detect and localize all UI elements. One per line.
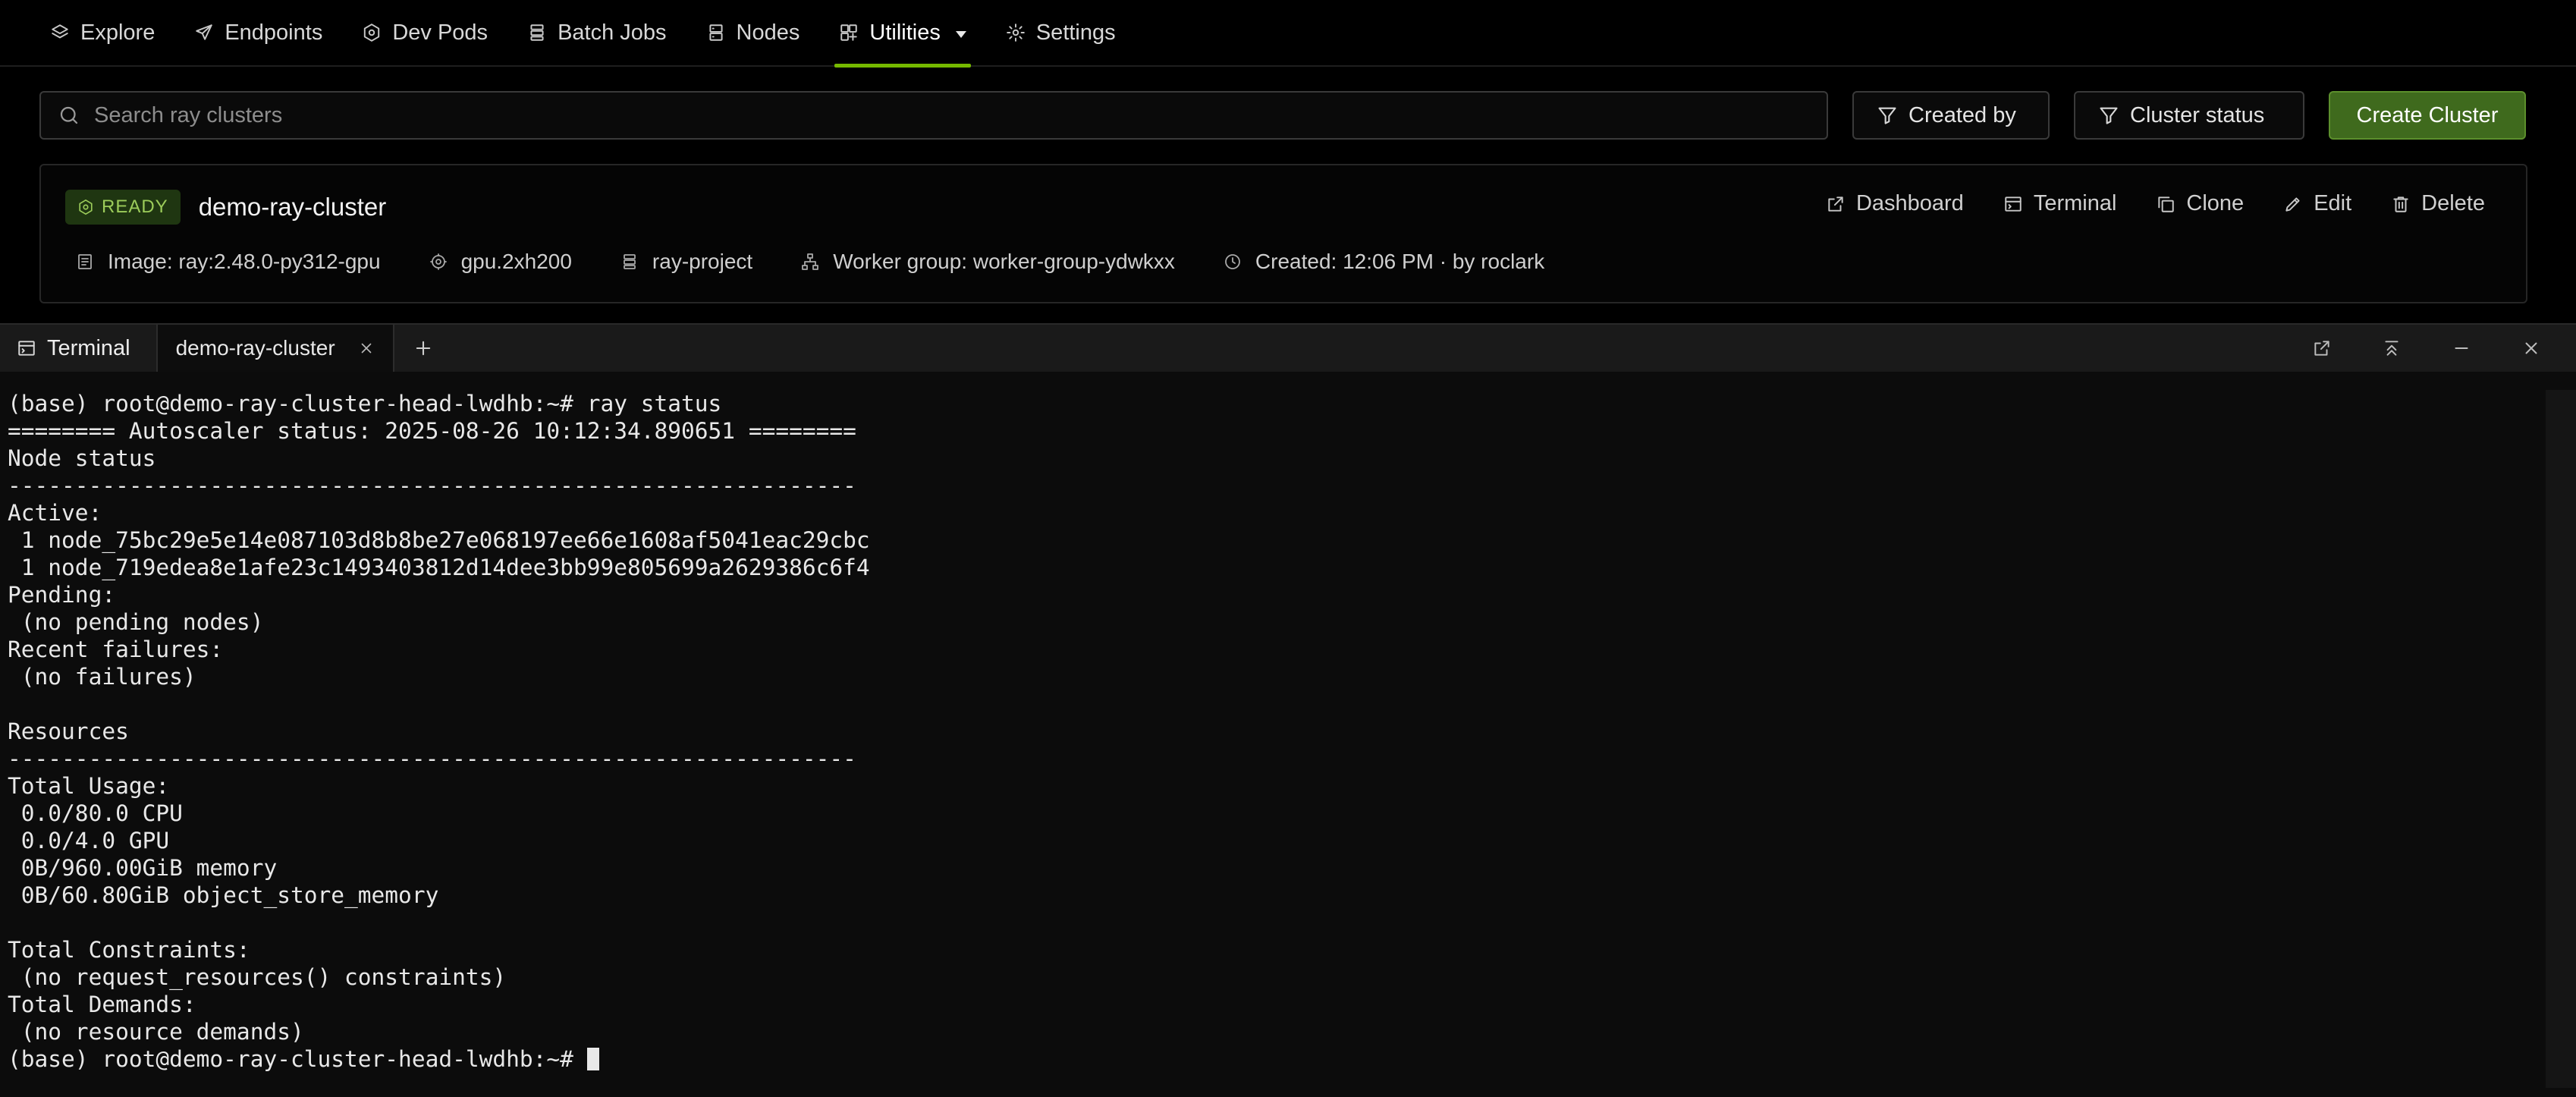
nav-endpoints[interactable]: Endpoints bbox=[174, 0, 342, 66]
hexagon-icon bbox=[362, 23, 382, 42]
meta-worker-group: Worker group: worker-group-ydwkxx bbox=[801, 250, 1175, 274]
meta-project-text: ray-project bbox=[652, 250, 753, 273]
clock-icon bbox=[1224, 253, 1242, 271]
filter-icon bbox=[1877, 105, 1898, 126]
nav-nodes-label: Nodes bbox=[736, 20, 800, 45]
nav-batch-jobs-label: Batch Jobs bbox=[558, 20, 667, 45]
collapse-up-icon[interactable] bbox=[2382, 338, 2402, 358]
cluster-actions: Dashboard Terminal Clone Edit Delete bbox=[1826, 191, 2485, 216]
nav-dev-pods-label: Dev Pods bbox=[392, 20, 488, 45]
meta-created: Created: 12:06 PM · by roclark bbox=[1224, 250, 1544, 274]
stack-icon bbox=[620, 253, 639, 271]
trash-icon bbox=[2391, 194, 2411, 214]
top-nav: Explore Endpoints Dev Pods Batch Jobs No… bbox=[0, 0, 2576, 68]
terminal-output-text: (base) root@demo-ray-cluster-head-lwdhb:… bbox=[8, 391, 870, 1045]
close-panel-icon[interactable] bbox=[2521, 338, 2541, 358]
meta-instance: gpu.2xh200 bbox=[429, 250, 572, 274]
cluster-header: READY demo-ray-cluster bbox=[65, 190, 386, 225]
meta-worker-group-text: Worker group: worker-group-ydwkxx bbox=[833, 250, 1175, 273]
hierarchy-icon bbox=[801, 253, 819, 271]
terminal-body[interactable]: (base) root@demo-ray-cluster-head-lwdhb:… bbox=[0, 372, 2576, 1097]
add-tab-button[interactable] bbox=[394, 325, 452, 372]
chevron-down-icon bbox=[955, 30, 966, 38]
paper-plane-icon bbox=[194, 23, 214, 42]
terminal-label: Terminal bbox=[2033, 191, 2117, 215]
nav-explore[interactable]: Explore bbox=[50, 0, 174, 66]
nav-explore-label: Explore bbox=[80, 20, 156, 45]
nav-utilities[interactable]: Utilities bbox=[819, 0, 985, 68]
cluster-status-filter-button[interactable]: Cluster status bbox=[2074, 91, 2304, 140]
plus-icon bbox=[413, 338, 434, 359]
panel-controls bbox=[2312, 325, 2576, 372]
terminal-panel-header: Terminal demo-ray-cluster bbox=[0, 323, 2576, 372]
panel-title: Terminal bbox=[0, 325, 156, 372]
terminal-prompt: (base) root@demo-ray-cluster-head-lwdhb:… bbox=[8, 1046, 587, 1072]
terminal-icon bbox=[17, 338, 36, 358]
delete-button[interactable]: Delete bbox=[2391, 191, 2485, 216]
terminal-icon bbox=[2003, 194, 2023, 214]
terminal-cursor bbox=[586, 1048, 599, 1070]
create-cluster-button[interactable]: Create Cluster bbox=[2329, 91, 2526, 140]
terminal-tab[interactable]: demo-ray-cluster bbox=[156, 325, 394, 372]
created-by-filter-button[interactable]: Created by bbox=[1852, 91, 2050, 140]
terminal-output: (base) root@demo-ray-cluster-head-lwdhb:… bbox=[8, 390, 870, 1073]
panel-title-label: Terminal bbox=[47, 335, 130, 360]
search-input[interactable] bbox=[94, 102, 1827, 128]
nav-batch-jobs[interactable]: Batch Jobs bbox=[507, 0, 686, 66]
cluster-meta: Image: ray:2.48.0-py312-gpu gpu.2xh200 r… bbox=[76, 243, 1593, 281]
minimize-icon[interactable] bbox=[2452, 338, 2471, 358]
gear-icon bbox=[1006, 23, 1026, 42]
terminal-tab-label: demo-ray-cluster bbox=[175, 336, 335, 360]
ready-status-icon bbox=[77, 199, 94, 215]
status-badge-label: READY bbox=[102, 196, 168, 217]
nav-nodes[interactable]: Nodes bbox=[686, 0, 820, 66]
meta-image: Image: ray:2.48.0-py312-gpu bbox=[76, 250, 381, 274]
clone-label: Clone bbox=[2186, 191, 2245, 215]
server-icon bbox=[706, 23, 726, 42]
terminal-button[interactable]: Terminal bbox=[2003, 191, 2117, 216]
cluster-status-label: Cluster status bbox=[2130, 102, 2265, 127]
created-by-label: Created by bbox=[1908, 102, 2016, 127]
meta-image-text: Image: ray:2.48.0-py312-gpu bbox=[108, 250, 381, 273]
stack-icon bbox=[527, 23, 547, 42]
dashboard-label: Dashboard bbox=[1855, 191, 1964, 215]
status-badge: READY bbox=[65, 190, 181, 225]
edit-label: Edit bbox=[2314, 191, 2352, 215]
search-box[interactable] bbox=[39, 91, 1828, 140]
nav-endpoints-label: Endpoints bbox=[225, 20, 323, 45]
edit-button[interactable]: Edit bbox=[2283, 191, 2351, 216]
clone-button[interactable]: Clone bbox=[2156, 191, 2244, 216]
nav-utilities-label: Utilities bbox=[869, 20, 941, 45]
meta-project: ray-project bbox=[620, 250, 752, 274]
delete-label: Delete bbox=[2421, 191, 2485, 215]
grid-icon bbox=[839, 23, 859, 42]
image-icon bbox=[76, 253, 94, 271]
filter-icon bbox=[2098, 105, 2119, 126]
cog-icon bbox=[429, 253, 448, 271]
popout-icon[interactable] bbox=[2312, 338, 2332, 358]
layers-icon bbox=[50, 23, 70, 42]
search-icon bbox=[58, 104, 80, 127]
copy-icon bbox=[2156, 194, 2175, 214]
toolbar: Created by Cluster status Create Cluster bbox=[39, 91, 2527, 140]
nav-dev-pods[interactable]: Dev Pods bbox=[342, 0, 507, 66]
meta-instance-text: gpu.2xh200 bbox=[460, 250, 572, 273]
close-tab-icon[interactable] bbox=[358, 340, 375, 357]
meta-created-text: Created: 12:06 PM · by roclark bbox=[1255, 250, 1545, 273]
nav-settings[interactable]: Settings bbox=[986, 0, 1136, 66]
dashboard-button[interactable]: Dashboard bbox=[1826, 191, 1964, 216]
cluster-card: READY demo-ray-cluster Dashboard Termina… bbox=[39, 164, 2527, 303]
external-link-icon bbox=[1826, 194, 1846, 214]
cluster-name: demo-ray-cluster bbox=[198, 193, 387, 221]
terminal-scrollbar[interactable] bbox=[2546, 390, 2576, 1088]
nav-settings-label: Settings bbox=[1035, 20, 1116, 45]
pencil-icon bbox=[2283, 194, 2303, 214]
